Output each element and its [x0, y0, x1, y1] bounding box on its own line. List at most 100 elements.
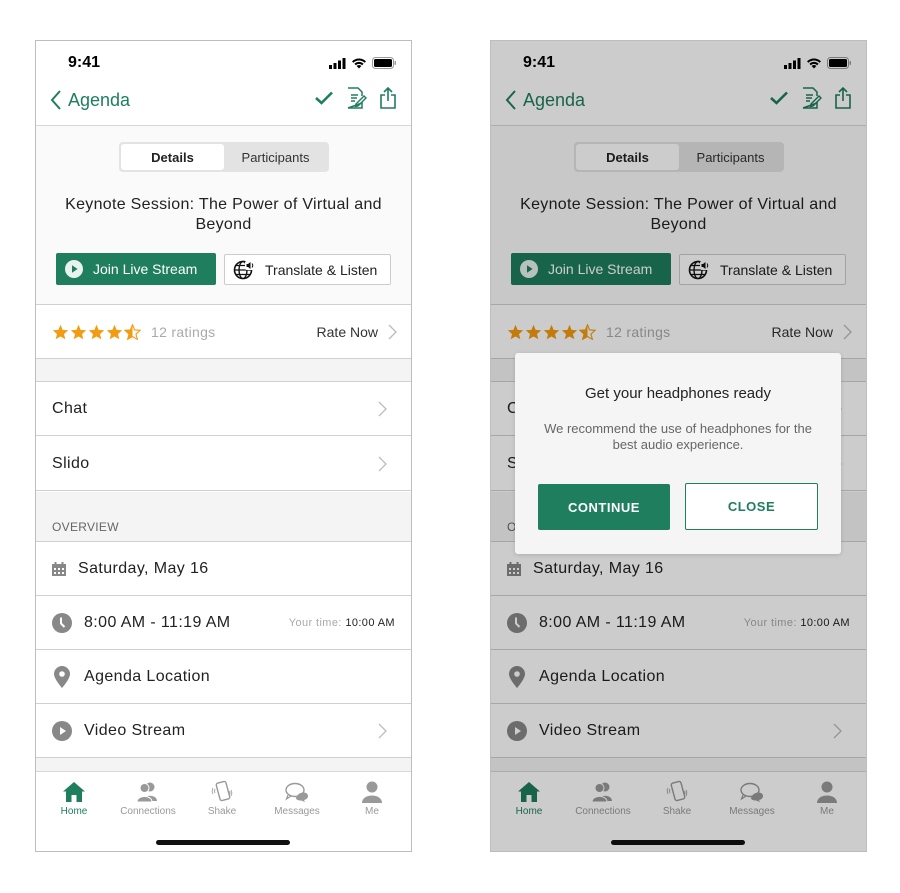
tab-participants[interactable]: Participants: [679, 144, 782, 170]
overview-heading: OVERVIEW: [52, 520, 119, 534]
star-full-icon: [106, 324, 123, 339]
tab-messages[interactable]: Messages: [715, 780, 789, 817]
session-header: Details Participants Keynote Session: Th…: [491, 126, 866, 305]
rating-row: 12 ratings Rate Now: [491, 305, 866, 359]
continue-button[interactable]: CONTINUE: [538, 484, 670, 530]
calendar-icon: [52, 561, 66, 576]
home-icon: [518, 782, 540, 802]
battery-icon: [372, 57, 396, 69]
your-time-value: 10:00 AM: [800, 616, 850, 629]
connections-icon: [136, 782, 157, 802]
tab-connections[interactable]: Connections: [566, 780, 640, 817]
your-time: Your time: 10:00 AM: [744, 617, 850, 629]
dialog-title: Get your headphones ready: [585, 385, 771, 402]
time-row: 8:00 AM - 11:19 AM Your time: 10:00 AM: [36, 596, 411, 650]
notes-icon[interactable]: [800, 87, 822, 109]
shake-icon: [211, 780, 233, 802]
tab-details[interactable]: Details: [576, 144, 679, 170]
tab-participants[interactable]: Participants: [224, 144, 327, 170]
back-button[interactable]: Agenda: [505, 89, 585, 111]
tab-connections-label: Connections: [120, 806, 176, 817]
chevron-right-icon: [378, 456, 387, 471]
rate-now-link[interactable]: Rate Now: [317, 324, 378, 340]
session-title: Keynote Session: The Power of Virtual an…: [65, 196, 382, 233]
back-label: Agenda: [523, 89, 586, 110]
section-spacer: [36, 359, 411, 382]
tab-connections[interactable]: Connections: [111, 780, 185, 817]
star-half-icon: [124, 323, 141, 340]
star-rating: [507, 323, 596, 340]
chat-label: Chat: [52, 399, 88, 417]
chevron-right-icon: [833, 723, 842, 738]
chevron-right-icon[interactable]: [843, 324, 852, 340]
time-range-text: 8:00 AM - 11:19 AM: [539, 613, 686, 631]
status-time: 9:41: [523, 54, 556, 71]
dialog-body: We recommend the use of headphones for t…: [544, 421, 812, 452]
rate-now-link[interactable]: Rate Now: [772, 324, 833, 340]
check-icon[interactable]: [770, 91, 788, 105]
translate-listen-button[interactable]: Translate & Listen: [224, 254, 391, 285]
check-icon[interactable]: [315, 91, 333, 105]
profile-icon: [817, 781, 837, 803]
chevron-right-icon[interactable]: [388, 324, 397, 340]
location-pin-icon: [509, 665, 525, 688]
time-range-text: 8:00 AM - 11:19 AM: [84, 613, 231, 631]
tab-home[interactable]: Home: [492, 780, 566, 817]
star-rating: [52, 323, 141, 340]
tab-me[interactable]: Me: [790, 780, 864, 817]
tab-me[interactable]: Me: [335, 780, 409, 817]
slido-row[interactable]: Slido: [36, 437, 411, 491]
share-icon[interactable]: [834, 87, 852, 109]
tab-messages[interactable]: Messages: [260, 780, 334, 817]
headphones-dialog: Get your headphones ready We recommend t…: [515, 353, 841, 554]
your-time: Your time: 10:00 AM: [289, 617, 395, 629]
tab-details[interactable]: Details: [121, 144, 224, 170]
location-row[interactable]: Agenda Location: [36, 650, 411, 704]
play-circle-icon: [65, 260, 83, 278]
nav-bar: Agenda: [36, 85, 411, 126]
overview-section-header: OVERVIEW: [36, 492, 411, 542]
location-row[interactable]: Agenda Location: [491, 650, 866, 704]
join-live-stream-button[interactable]: Join Live Stream: [511, 253, 671, 285]
messages-icon: [285, 782, 308, 802]
video-stream-text: Video Stream: [84, 721, 186, 739]
star-full-icon: [543, 324, 560, 339]
tab-home[interactable]: Home: [37, 780, 111, 817]
wifi-icon: [807, 58, 821, 69]
share-icon[interactable]: [379, 87, 397, 109]
play-circle-icon: [52, 720, 72, 741]
star-full-icon: [70, 324, 87, 339]
tab-shake[interactable]: Shake: [640, 780, 714, 817]
status-icons: [329, 57, 397, 69]
time-row: 8:00 AM - 11:19 AM Your time: 10:00 AM: [491, 596, 866, 650]
home-indicator: [611, 840, 745, 845]
tab-shake[interactable]: Shake: [185, 780, 259, 817]
chevron-left-icon: [505, 90, 516, 110]
location-text: Agenda Location: [539, 667, 666, 685]
translate-label: Translate & Listen: [720, 261, 833, 278]
phone-screen-details: 9:41 Agenda Details Participants Keynote…: [35, 40, 412, 852]
translate-listen-button[interactable]: Translate & Listen: [679, 254, 846, 285]
star-half-icon: [579, 323, 596, 340]
notes-icon[interactable]: [345, 87, 367, 109]
star-full-icon: [88, 324, 105, 339]
your-time-value: 10:00 AM: [345, 616, 395, 629]
play-circle-icon: [520, 260, 538, 278]
video-stream-row[interactable]: Video Stream: [36, 704, 411, 758]
home-indicator: [156, 840, 290, 845]
video-stream-row[interactable]: Video Stream: [491, 704, 866, 758]
back-button[interactable]: Agenda: [50, 89, 130, 111]
chevron-right-icon: [378, 723, 387, 738]
chat-row[interactable]: Chat: [36, 382, 411, 436]
location-pin-icon: [54, 665, 70, 688]
close-button[interactable]: CLOSE: [685, 483, 818, 530]
clock-icon: [52, 612, 72, 633]
join-live-stream-button[interactable]: Join Live Stream: [56, 253, 216, 285]
star-full-icon: [507, 324, 524, 339]
signal-icon: [784, 57, 801, 69]
session-title: Keynote Session: The Power of Virtual an…: [520, 196, 837, 233]
play-circle-icon: [507, 720, 527, 741]
join-label: Join Live Stream: [548, 261, 653, 277]
status-bar: 9:41: [36, 41, 411, 85]
tab-home-label: Home: [60, 806, 88, 817]
